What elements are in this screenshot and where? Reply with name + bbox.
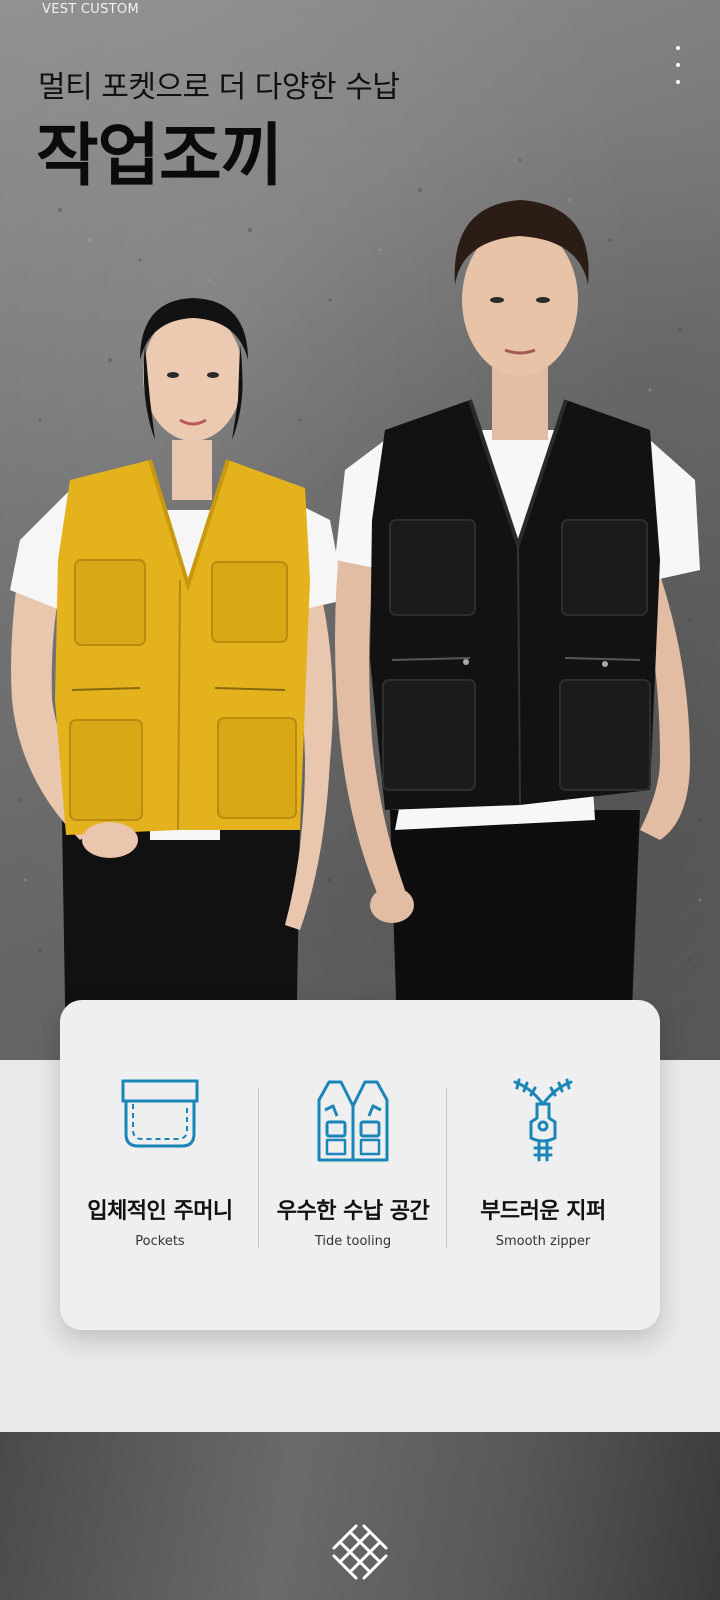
fabric-section-banner <box>0 1432 720 1600</box>
model-man-black-vest <box>335 200 700 1060</box>
feature-title-ko: 부드러운 지퍼 <box>480 1199 606 1224</box>
weave-fabric-icon <box>332 1524 388 1580</box>
hero-banner: VEST CUSTOM 멀티 포켓으로 더 다양한 수납 작업조끼 <box>0 0 720 1060</box>
feature-divider <box>446 1088 447 1248</box>
feature-storage: 우수한 수납 공간 Tide tooling <box>258 1000 448 1330</box>
feature-title-en: Tide tooling <box>314 1234 392 1249</box>
vest-icon <box>317 1080 389 1162</box>
feature-title-en: Smooth zipper <box>495 1234 591 1249</box>
feature-pockets: 입체적인 주머니 Pockets <box>65 1000 255 1330</box>
pocket-icon <box>121 1079 199 1148</box>
zipper-icon <box>513 1078 573 1162</box>
feature-title-en: Pockets <box>135 1234 185 1249</box>
models-illustration <box>10 200 700 1060</box>
feature-zipper: 부드러운 지퍼 Smooth zipper <box>448 1000 638 1330</box>
model-woman-yellow-vest <box>10 298 345 1060</box>
feature-card: 입체적인 주머니 Pockets 우수한 수납 공간 Tide tooling <box>60 1000 660 1330</box>
feature-title-ko: 입체적인 주머니 <box>87 1199 233 1224</box>
feature-title-ko: 우수한 수납 공간 <box>276 1199 430 1224</box>
